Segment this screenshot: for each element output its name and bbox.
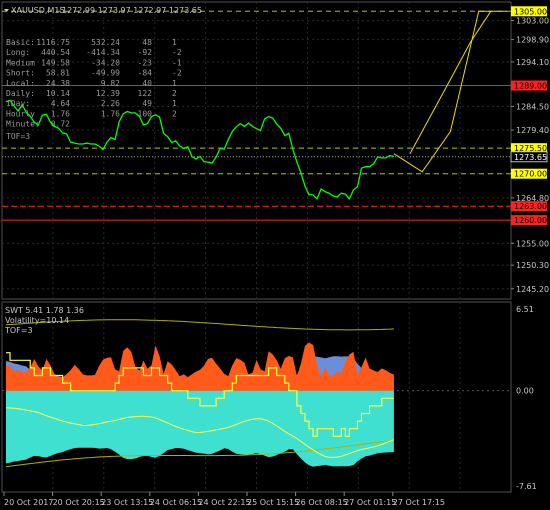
level-label: 1270.00 <box>514 170 547 179</box>
stats-cell: 12.39 <box>96 89 120 98</box>
ohlc-label: 1272.99 1273.97 1272.97 1273.65 <box>62 6 202 15</box>
stats-cell: 532.24 <box>91 38 120 47</box>
level-label: 1305.00 <box>514 7 547 16</box>
oscillator-panel[interactable]: SWT 5.41 1.78 1.36 Volatility=10.14 TOF=… <box>1 301 537 493</box>
time-tick-label: 23 Oct 13:15 <box>101 498 153 507</box>
price-grid <box>2 2 511 299</box>
stats-cell: 10.14 <box>46 89 70 98</box>
stats-cell: -1 <box>172 58 182 67</box>
stats-cell: 122 <box>138 89 153 98</box>
oscillator-title: SWT 5.41 1.78 1.36 <box>5 306 84 315</box>
price-panel-frame <box>1 1 512 300</box>
price-panel[interactable]: 1303.001298.901294.101284.501279.401264.… <box>1 1 549 300</box>
stats-cell: 1116.75 <box>36 38 70 47</box>
stats-cell: 4.64 <box>51 99 70 108</box>
stats-cell: 0.72 <box>51 120 70 129</box>
trading-chart[interactable]: 1303.001298.901294.101284.501279.401264.… <box>0 0 550 510</box>
stats-cell: 2 <box>172 89 177 98</box>
level-label: 1263.00 <box>514 202 547 211</box>
oscillator-volatility: Volatility=10.14 <box>5 316 69 325</box>
stats-cell: Basic: <box>6 38 35 47</box>
osc-tick-label: 6.51 <box>516 305 534 314</box>
stats-cell: 2.26 <box>101 99 120 108</box>
stats-cell: 1 <box>172 79 177 88</box>
stats-cell: 1.76 <box>101 109 120 118</box>
stats-cell: Long: <box>6 48 30 57</box>
stats-cell: -92 <box>138 48 153 57</box>
stats-cell: 1 <box>172 99 177 108</box>
price-tick-label: 1255.00 <box>516 239 549 248</box>
stats-cell: iDay: <box>6 99 30 108</box>
oscillator-areas <box>5 319 395 468</box>
time-tick-label: 25 Oct 15:15 <box>247 498 299 507</box>
time-tick-label: 27 Oct 17:15 <box>393 498 445 507</box>
stats-cell: Daily: <box>6 89 35 98</box>
price-tick-label: 1279.40 <box>516 126 549 135</box>
stats-cell: 149.58 <box>41 58 70 67</box>
stats-cell: Hourly <box>6 109 35 118</box>
time-tick-label: 26 Oct 08:15 <box>296 498 348 507</box>
level-label: 1260.00 <box>514 216 547 225</box>
stats-cell: 9.82 <box>101 79 120 88</box>
osc-tick-label: 0.00 <box>516 387 534 396</box>
stats-cell: -34.20 <box>91 58 120 67</box>
symbol-label: XAUUSD,M15 <box>11 6 65 15</box>
price-tick-label: 1294.10 <box>516 58 549 67</box>
price-axis: 1303.001298.901294.101284.501279.401264.… <box>510 6 549 294</box>
time-tick-label: 24 Oct 06:15 <box>150 498 202 507</box>
stats-cell: -414.34 <box>86 48 120 57</box>
stats-cell: -2 <box>172 69 182 78</box>
stats-cell: 24.38 <box>46 79 70 88</box>
stats-cell: 2 <box>172 109 177 118</box>
stats-cell: -49.99 <box>91 69 120 78</box>
osc-tick-label: -7.61 <box>516 482 537 491</box>
stats-cell: 58.81 <box>46 69 70 78</box>
stats-cell: 48 <box>142 38 152 47</box>
time-tick-label: 20 Oct 2017 <box>4 498 53 507</box>
stats-cell: Minute: <box>6 120 40 129</box>
oscillator-tof: TOF=3 <box>4 326 33 335</box>
stats-cell: 40 <box>142 79 152 88</box>
time-tick-label: 20 Oct 20:15 <box>53 498 105 507</box>
price-tick-label: 1250.30 <box>516 261 549 270</box>
price-tick-label: 1298.90 <box>516 36 549 45</box>
stats-cell: 440.54 <box>41 48 70 57</box>
time-tick-label: 24 Oct 22:15 <box>198 498 250 507</box>
stats-table: Basic: 1116.75 532.24 48 1 Long: 440.54 -414.34… <box>6 38 182 141</box>
stats-cell: -23 <box>138 58 153 67</box>
price-tick-label: 1245.20 <box>516 285 549 294</box>
stats-cell: -2 <box>172 48 182 57</box>
time-axis: 20 Oct 2017 20 Oct 20:1523 Oct 13:1524 Oc… <box>3 492 445 507</box>
level-label: 1273.65 <box>514 153 547 162</box>
stats-cell: 49 <box>142 99 152 108</box>
price-tick-label: 1303.00 <box>516 17 549 26</box>
oscillator-axis: 6.51 0.00 -7.61 <box>516 305 537 491</box>
stats-cell: 1.76 <box>51 109 70 118</box>
price-tick-label: 1284.50 <box>516 102 549 111</box>
stats-cell: Short: <box>6 69 35 78</box>
stats-footer: TOF=3 <box>6 132 30 141</box>
stats-cell: Medium <box>6 58 35 67</box>
level-label: 1289.00 <box>514 82 547 91</box>
time-tick-label: 27 Oct 01:15 <box>344 498 396 507</box>
stats-cell: -84 <box>138 69 153 78</box>
stats-cell: 100 <box>138 109 153 118</box>
stats-cell: 1 <box>172 38 177 47</box>
stats-cell: Local: <box>6 79 35 88</box>
